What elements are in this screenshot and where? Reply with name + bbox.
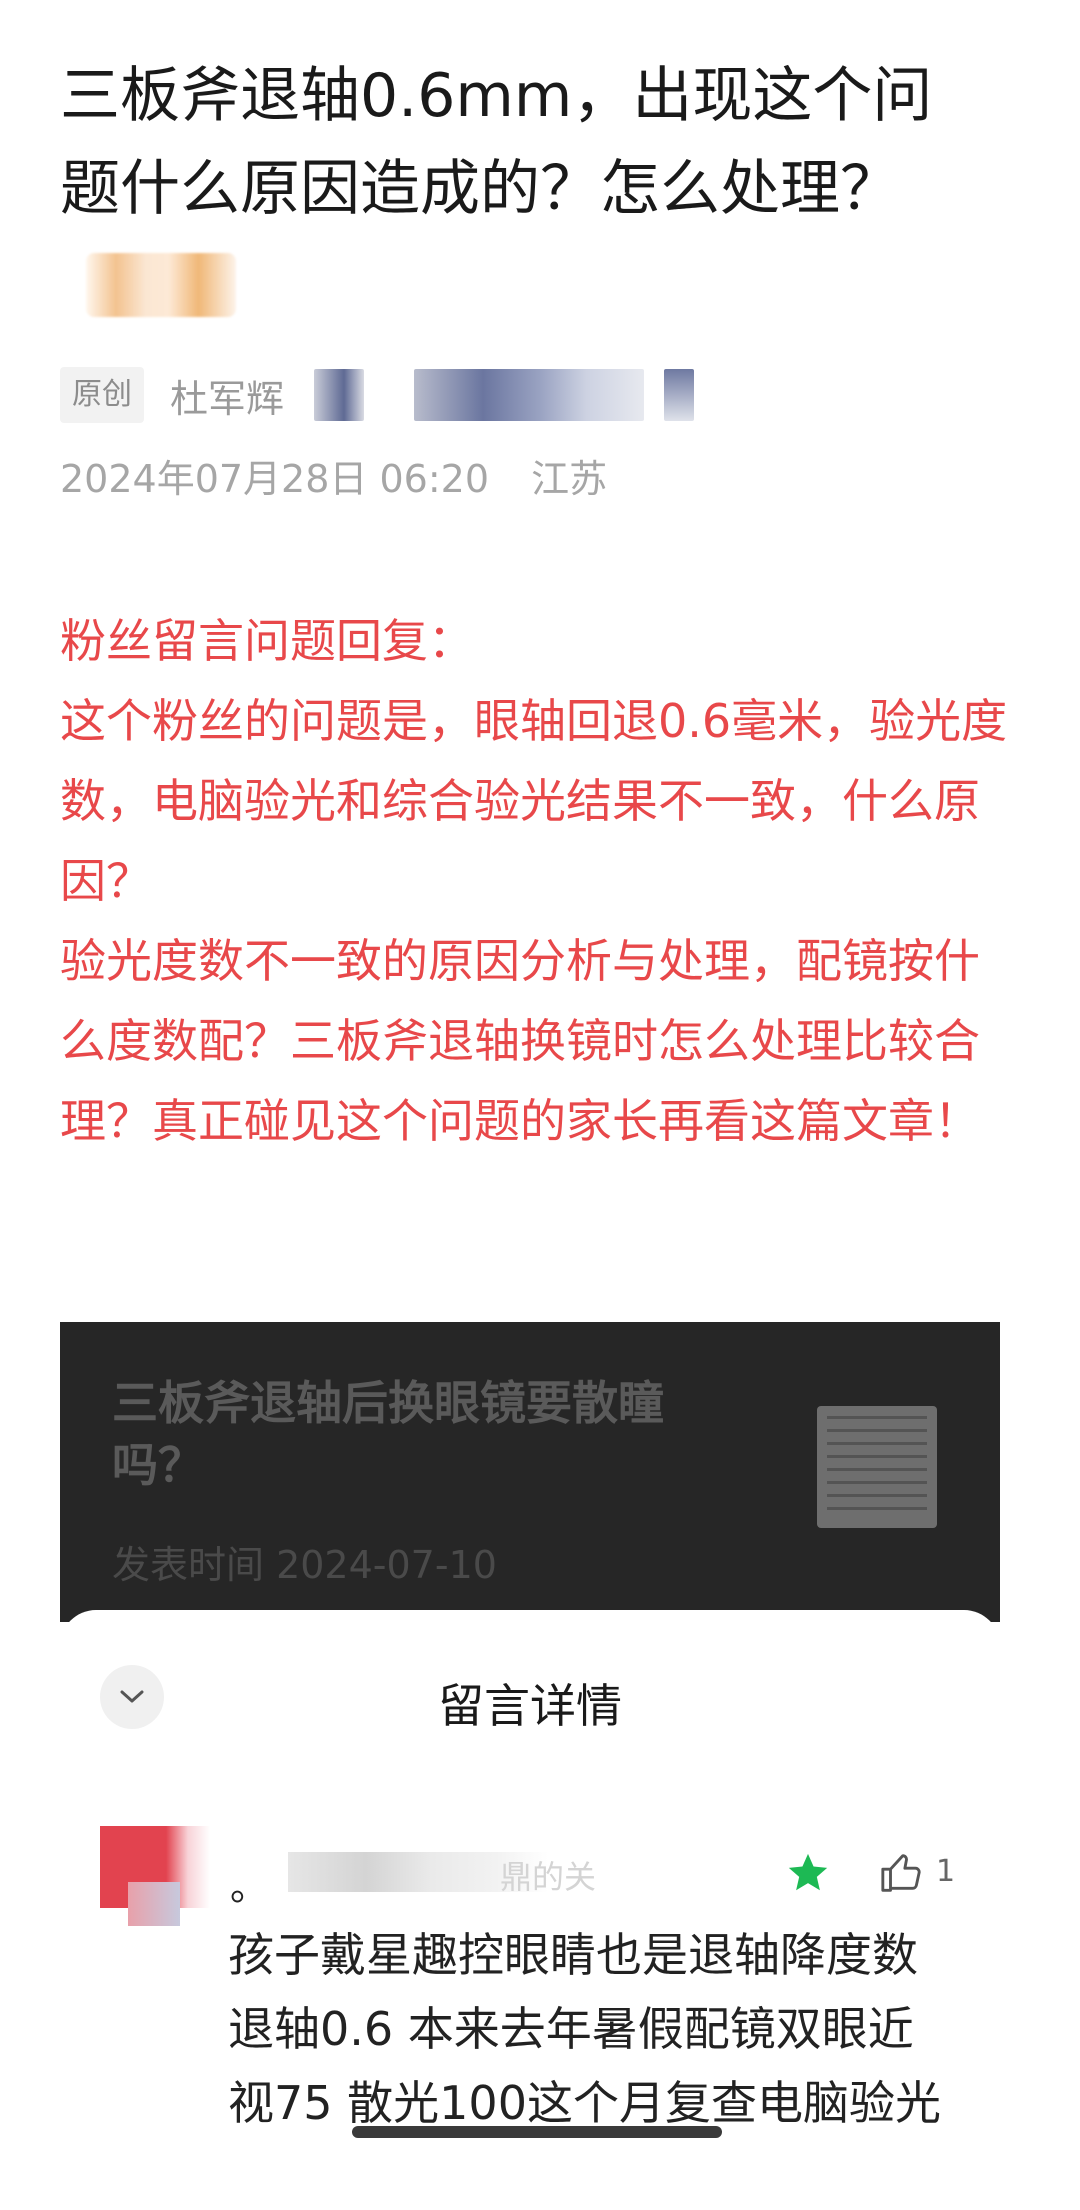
blurred-account-name[interactable] — [414, 369, 645, 421]
nickname-prefix: 。 — [230, 1865, 269, 1909]
star-icon — [788, 1853, 828, 1891]
comment-text: 孩子戴星趣控眼睛也是退轴降度数 退轴0.6 本来去年暑假配镜双眼近视75 散光1… — [228, 1928, 941, 2130]
blurred-account-name[interactable] — [664, 369, 695, 421]
sheet-title: 留言详情 — [438, 1679, 622, 1733]
linked-article-title: 三板斧退轴后换眼镜要散瞳吗？ — [112, 1376, 664, 1492]
nickname-tail: 鼎的关 — [500, 1858, 597, 1896]
body-line: 验光度数不一致的原因分析与处理，配镜按什么度数配？三板斧退轴换镜时怎么处理比较合… — [60, 934, 980, 1148]
original-badge: 原创 — [60, 367, 144, 423]
blurred-account-name[interactable] — [314, 369, 365, 421]
article-title: 三板斧退轴0.6mm，出现这个问题什么原因造成的？怎么处理？ — [60, 50, 990, 329]
blurred-tag — [86, 253, 236, 318]
body-line: 这个粉丝的问题是，眼轴回退0.6毫米，验光度数，电脑验光和综合验光结果不一致，什… — [60, 694, 1008, 908]
publish-location: 江苏 — [531, 457, 608, 501]
publish-info: 2024年07月28日 06:20 江苏 — [60, 448, 607, 503]
like-count: 1 — [936, 1854, 956, 1889]
linked-article-date: 发表时间 2024-07-10 — [112, 1543, 497, 1587]
article-meta: 原创 杜军辉 — [60, 367, 695, 423]
body-line: 粉丝留言问题回复： — [60, 614, 474, 668]
article-body: 粉丝留言问题回复： 这个粉丝的问题是，眼轴回退0.6毫米，验光度数，电脑验光和综… — [60, 601, 1010, 1161]
publish-date: 2024年07月28日 06:20 — [60, 457, 490, 501]
comment-detail-sheet: 留言详情 。 鼎的关 1 孩子戴星趣控眼睛也是退轴降度数 退轴0.6 本来去年暑… — [60, 1610, 1000, 2210]
home-indicator[interactable] — [352, 2126, 722, 2138]
avatar[interactable] — [100, 1826, 210, 1926]
author-name[interactable]: 杜军辉 — [170, 368, 284, 423]
linked-article-thumbnail — [817, 1406, 937, 1528]
thumbs-up-icon[interactable] — [878, 1850, 926, 1896]
linked-article-card[interactable]: 三板斧退轴后换眼镜要散瞳吗？ 发表时间 2024-07-10 — [60, 1322, 1000, 1622]
